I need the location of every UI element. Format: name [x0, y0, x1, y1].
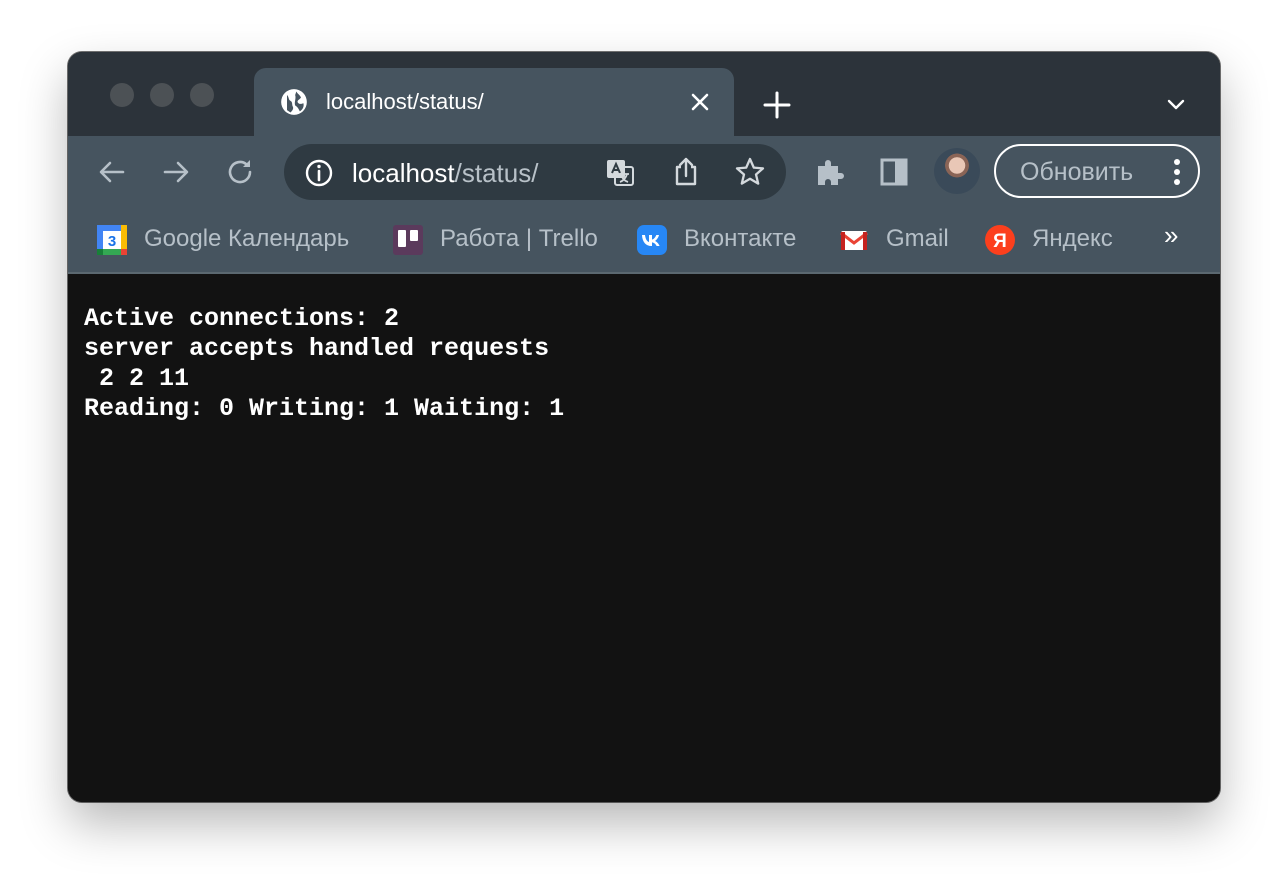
- more-menu-icon[interactable]: [1170, 157, 1184, 187]
- close-tab-icon[interactable]: [688, 90, 712, 114]
- browser-window: localhost/status/ localhost/status/ Обно…: [68, 52, 1220, 802]
- bookmarks-bar: 3 Google Календарь Работа | Trello Вконт…: [68, 208, 1220, 274]
- bookmark-label: Вконтакте: [684, 225, 797, 252]
- active-tab[interactable]: localhost/status/: [254, 68, 734, 136]
- url-text[interactable]: localhost/status/: [352, 158, 538, 188]
- tab-strip: localhost/status/: [68, 52, 1220, 136]
- status-line-counts: 2 2 11: [84, 364, 190, 393]
- back-arrow-icon[interactable]: [96, 156, 128, 188]
- url-host: localhost: [352, 158, 455, 188]
- bookmark-label: Gmail: [886, 225, 949, 252]
- window-close-button[interactable]: [110, 83, 134, 107]
- gmail-icon: [840, 231, 868, 250]
- svg-text:Я: Я: [993, 231, 1007, 252]
- bookmark-google-calendar[interactable]: 3 Google Календарь: [96, 222, 361, 256]
- bookmark-label: Google Календарь: [144, 225, 350, 252]
- google-calendar-icon: 3: [97, 225, 127, 255]
- bookmark-label: Яндекс: [1032, 225, 1113, 252]
- window-minimize-button[interactable]: [150, 83, 174, 107]
- reload-icon[interactable]: [224, 156, 256, 188]
- status-line-reading-writing-waiting: Reading: 0 Writing: 1 Waiting: 1: [84, 394, 565, 423]
- bookmarks-overflow-button[interactable]: »: [1164, 220, 1178, 251]
- site-info-icon[interactable]: [304, 158, 334, 188]
- profile-avatar[interactable]: [934, 148, 980, 194]
- globe-icon: [281, 89, 307, 115]
- status-line-header: server accepts handled requests: [84, 334, 550, 363]
- bookmark-gmail[interactable]: Gmail: [838, 222, 953, 256]
- update-button-label: Обновить: [1020, 158, 1134, 186]
- trello-icon: [393, 225, 423, 255]
- address-bar[interactable]: localhost/status/: [284, 144, 786, 200]
- side-panel-icon[interactable]: [878, 156, 910, 188]
- bookmark-yandex[interactable]: Я Яндекс: [984, 222, 1124, 256]
- status-line-active-connections: Active connections: 2: [84, 304, 400, 333]
- extensions-puzzle-icon[interactable]: [814, 156, 846, 188]
- chevron-down-icon[interactable]: [1164, 92, 1188, 116]
- bookmark-star-icon[interactable]: [734, 156, 766, 188]
- svg-text:3: 3: [108, 233, 116, 250]
- tab-title: localhost/status/: [326, 89, 484, 114]
- share-icon[interactable]: [670, 156, 702, 188]
- yandex-icon: Я: [985, 225, 1015, 255]
- forward-arrow-icon[interactable]: [160, 156, 192, 188]
- url-path: /status/: [454, 158, 539, 188]
- bookmark-vk[interactable]: Вконтакте: [636, 222, 806, 256]
- page-content: Active connections: 2 server accepts han…: [68, 274, 1220, 802]
- toolbar: localhost/status/ Обновить: [68, 136, 1220, 208]
- translate-icon[interactable]: [604, 156, 636, 188]
- status-output: Active connections: 2 server accepts han…: [84, 304, 564, 424]
- new-tab-icon[interactable]: [762, 90, 792, 120]
- bookmark-trello[interactable]: Работа | Trello: [392, 222, 607, 256]
- update-button[interactable]: Обновить: [994, 144, 1200, 198]
- bookmark-label: Работа | Trello: [440, 225, 598, 252]
- window-zoom-button[interactable]: [190, 83, 214, 107]
- vk-icon: [637, 225, 667, 255]
